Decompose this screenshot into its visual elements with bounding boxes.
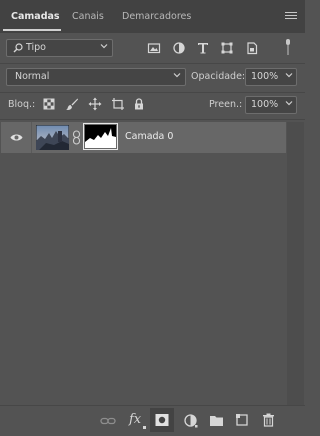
tab-bar: Camadas Canais Demarcadores	[0, 0, 305, 33]
filter-toggle[interactable]	[278, 38, 298, 58]
add-mask-button[interactable]	[150, 408, 174, 432]
fx-button[interactable]: fx	[129, 412, 147, 430]
layer-name[interactable]: Camada 0	[125, 131, 173, 142]
fill-field[interactable]: 100%	[245, 96, 297, 114]
divider	[0, 405, 305, 406]
chevron-down-icon	[100, 44, 108, 49]
lock-label: Bloq.:	[8, 99, 36, 110]
delete-icon[interactable]	[262, 413, 275, 427]
mask-link-icon[interactable]	[72, 130, 81, 145]
lock-paint-icon[interactable]	[65, 97, 79, 111]
filter-row: Tipo	[0, 39, 305, 59]
filter-toggle-track	[287, 45, 289, 55]
chevron-down-icon	[285, 73, 293, 78]
layer-row[interactable]: Camada 0	[1, 122, 286, 153]
lock-move-icon[interactable]	[88, 97, 102, 111]
fill-label: Preen.:	[209, 99, 243, 110]
eye-icon	[10, 134, 23, 141]
lock-transparency-icon[interactable]	[42, 97, 56, 111]
filter-kind-select[interactable]: Tipo	[6, 39, 113, 57]
new-group-icon[interactable]	[209, 414, 224, 427]
lock-row: Bloq.: Preen.: 100%	[0, 95, 305, 115]
adjustment-layer-icon[interactable]	[184, 414, 198, 428]
lock-all-icon[interactable]	[132, 97, 146, 111]
link-layers-icon[interactable]	[100, 414, 116, 428]
opacity-value: 100%	[251, 71, 279, 82]
layers-bottom-toolbar: fx	[0, 405, 305, 436]
tab-canais[interactable]: Canais	[72, 8, 104, 26]
search-icon	[13, 43, 23, 53]
layer-thumbnail[interactable]	[36, 125, 69, 150]
fx-icon: fx	[129, 412, 142, 427]
visibility-toggle[interactable]	[1, 122, 32, 153]
lock-artboard-icon[interactable]	[111, 97, 125, 111]
fill-value: 100%	[251, 99, 279, 110]
tab-demarcadores[interactable]: Demarcadores	[122, 8, 191, 26]
opacity-label: Opacidade:	[191, 71, 246, 82]
panel-menu-icon[interactable]	[285, 12, 297, 21]
divider	[0, 63, 305, 64]
smart-object-filter-icon[interactable]	[245, 41, 259, 55]
layers-scrollbar[interactable]	[287, 122, 304, 406]
tab-camadas[interactable]: Camadas	[11, 8, 60, 26]
divider	[0, 92, 305, 93]
divider	[0, 119, 305, 120]
image-filter-icon[interactable]	[147, 41, 161, 55]
blend-mode-value: Normal	[15, 71, 50, 82]
blend-row: Normal Opacidade: 100%	[0, 68, 305, 88]
active-tab-indicator	[3, 29, 61, 31]
filter-kind-label: Tipo	[26, 42, 46, 53]
chevron-down-icon	[285, 101, 293, 106]
type-filter-icon[interactable]	[196, 41, 210, 55]
layers-panel: Tipo Normal Opacidade: 100% Bloq.: Preen…	[0, 33, 305, 436]
layer-mask-thumbnail[interactable]	[83, 123, 118, 150]
blend-mode-select[interactable]: Normal	[6, 68, 186, 86]
opacity-field[interactable]: 100%	[245, 68, 297, 86]
chevron-down-icon	[173, 73, 181, 78]
fx-menu-dot	[143, 426, 146, 429]
add-mask-icon	[155, 414, 169, 426]
new-layer-icon[interactable]	[235, 413, 249, 427]
adjustment-filter-icon[interactable]	[172, 41, 186, 55]
mask-image	[85, 125, 116, 148]
shape-filter-icon[interactable]	[220, 41, 234, 55]
